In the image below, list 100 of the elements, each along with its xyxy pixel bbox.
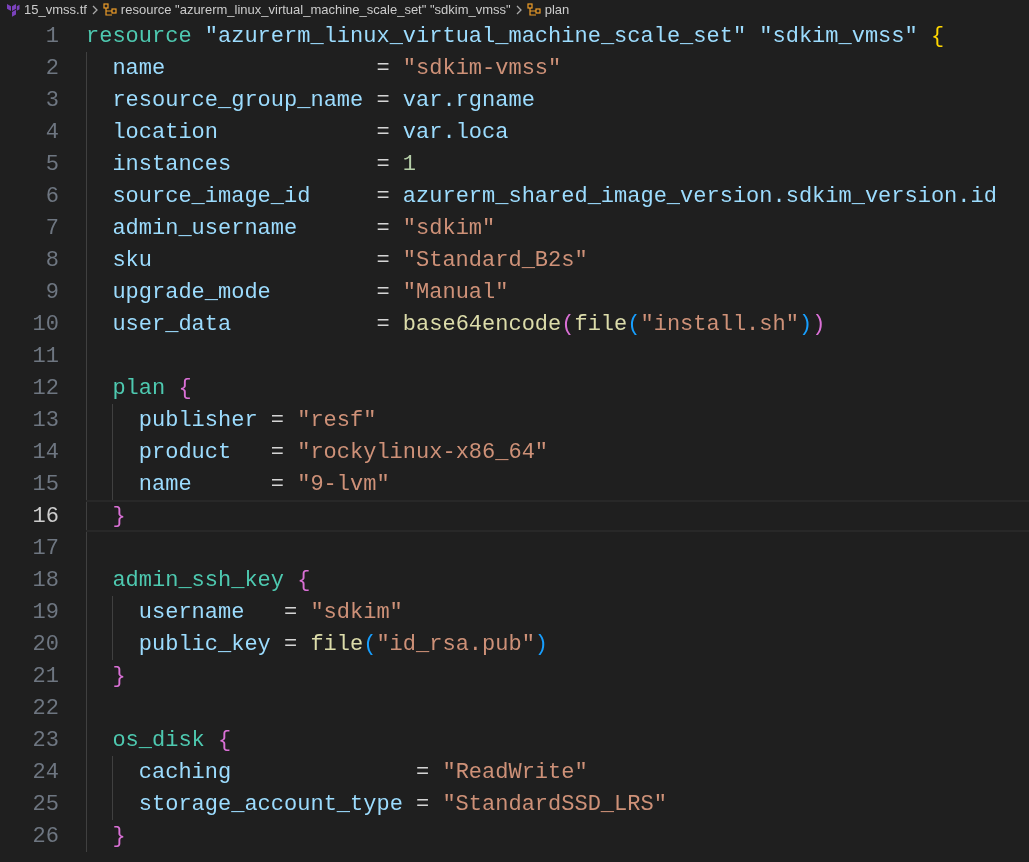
equals-operator: = <box>270 438 284 467</box>
attribute-key: product <box>138 435 232 469</box>
string-literal: "Standard_B2s" <box>402 246 588 275</box>
attribute-key: source_image_id <box>112 179 311 213</box>
symbol-structure-icon <box>102 3 117 17</box>
line-number: 1 <box>45 22 59 51</box>
breadcrumb-item[interactable]: 15_vmss.tf <box>24 0 87 20</box>
string-literal: "sdkim" <box>402 214 496 243</box>
equals-operator: = <box>270 470 284 499</box>
chevron-right-icon <box>514 5 523 15</box>
identifier: var.rgname <box>402 86 535 115</box>
equals-operator: = <box>376 182 390 211</box>
line-number: 25 <box>32 790 59 819</box>
bracket: ) <box>798 310 813 339</box>
line-number: 12 <box>32 374 59 403</box>
attribute-key: caching <box>138 755 232 789</box>
number-literal: 1 <box>402 150 417 179</box>
line-number: 3 <box>45 86 59 115</box>
attribute-key: upgrade_mode <box>112 275 271 309</box>
line-number: 23 <box>32 726 59 755</box>
string-literal: "sdkim" <box>310 598 403 627</box>
line-number: 17 <box>32 534 59 563</box>
bracket: } <box>112 502 126 531</box>
line-number: 13 <box>32 406 59 435</box>
block-keyword: admin_ssh_key <box>112 566 285 595</box>
bracket: } <box>112 822 126 851</box>
equals-operator: = <box>376 278 390 307</box>
line-number: 24 <box>32 758 59 787</box>
bracket: { <box>297 566 311 595</box>
equals-operator: = <box>376 214 390 243</box>
function-name: base64encode <box>402 310 562 339</box>
line-number: 26 <box>32 822 59 851</box>
string-literal: "9-lvm" <box>297 470 390 499</box>
line-number: 20 <box>32 630 59 659</box>
bracket: } <box>112 662 126 691</box>
line-number: 9 <box>45 278 59 307</box>
attribute-key: name <box>138 467 192 501</box>
symbol-structure-icon <box>526 3 541 17</box>
line-number: 16 <box>32 502 59 531</box>
line-number: 18 <box>32 566 59 595</box>
block-label: "sdkim_vmss" <box>759 22 918 51</box>
line-number: 6 <box>45 182 59 211</box>
bracket: { <box>930 22 945 51</box>
bracket: ( <box>363 630 377 659</box>
bracket: ) <box>534 630 549 659</box>
equals-operator: = <box>376 54 390 83</box>
string-literal: "resf" <box>297 406 377 435</box>
attribute-key: storage_account_type <box>138 787 403 821</box>
equals-operator: = <box>284 630 298 659</box>
line-number: 15 <box>32 470 59 499</box>
equals-operator: = <box>376 118 390 147</box>
string-literal: "StandardSSD_LRS" <box>442 790 667 819</box>
line-number: 19 <box>32 598 59 627</box>
attribute-key: user_data <box>112 307 232 341</box>
line-number: 10 <box>32 310 59 339</box>
line-number: 14 <box>32 438 59 467</box>
string-literal: "id_rsa.pub" <box>376 630 535 659</box>
identifier: azurerm_shared_image_version.sdkim_version.id <box>402 182 997 211</box>
equals-operator: = <box>376 246 390 275</box>
bracket: { <box>218 726 232 755</box>
line-number: 5 <box>45 150 59 179</box>
line-number: 4 <box>45 118 59 147</box>
block-keyword: os_disk <box>112 726 205 755</box>
attribute-key: public_key <box>138 627 271 661</box>
attribute-key: resource_group_name <box>112 83 364 117</box>
line-number: 22 <box>32 694 59 723</box>
block-keyword: resource <box>86 22 192 51</box>
function-name: file <box>310 630 364 659</box>
attribute-key: publisher <box>138 403 258 437</box>
bracket: ) <box>812 310 826 339</box>
block-label: "azurerm_linux_virtual_machine_scale_set" <box>204 22 747 51</box>
string-literal: "install.sh" <box>640 310 799 339</box>
line-number: 2 <box>45 54 59 83</box>
attribute-key: username <box>138 595 245 629</box>
equals-operator: = <box>284 598 298 627</box>
equals-operator: = <box>376 310 390 339</box>
string-literal: "Manual" <box>402 278 509 307</box>
attribute-key: location <box>112 115 218 149</box>
equals-operator: = <box>376 150 390 179</box>
equals-operator: = <box>376 86 390 115</box>
line-number: 21 <box>32 662 59 691</box>
bracket: { <box>178 374 192 403</box>
line-number: 8 <box>45 246 59 275</box>
terraform-file-icon <box>6 3 20 17</box>
breadcrumb-item[interactable]: resource "azurerm_linux_virtual_machine_scale_set" "sdkim_vmss" <box>120 0 511 20</box>
bracket: ( <box>627 310 641 339</box>
function-name: file <box>574 310 628 339</box>
attribute-key: instances <box>112 147 232 181</box>
attribute-key: sku <box>112 243 152 277</box>
string-literal: "ReadWrite" <box>442 758 588 787</box>
string-literal: "sdkim-vmss" <box>402 54 562 83</box>
breadcrumb-item[interactable]: plan <box>544 0 570 20</box>
attribute-key: name <box>112 51 166 85</box>
equals-operator: = <box>270 406 284 435</box>
block-keyword: plan <box>112 374 166 403</box>
bracket: ( <box>561 310 575 339</box>
equals-operator: = <box>416 758 430 787</box>
line-number: 11 <box>32 342 59 371</box>
equals-operator: = <box>416 790 430 819</box>
identifier: var.loca <box>402 118 509 147</box>
